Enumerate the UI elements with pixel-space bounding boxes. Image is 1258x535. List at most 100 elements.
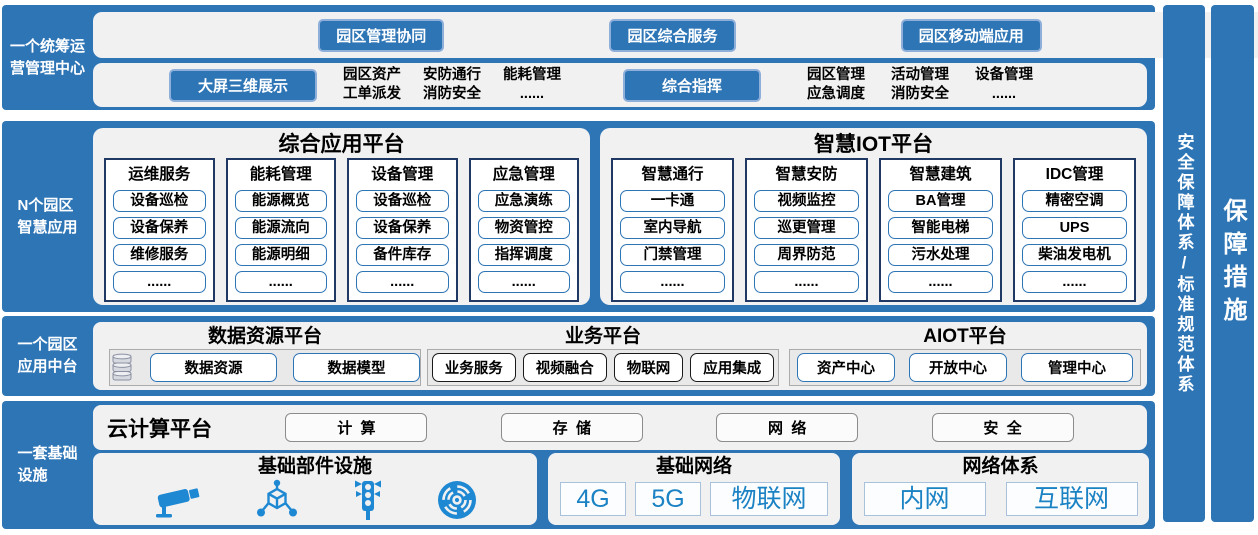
iot-column-idc: IDC管理 精密空调 UPS 柴油发电机 ...... xyxy=(1013,158,1136,302)
column-title: 运维服务 xyxy=(113,164,206,185)
middle-platform-panel: 数据资源平台 数据资源 数据模型 xyxy=(93,322,1147,390)
network-button[interactable]: 网 络 xyxy=(716,413,858,442)
band-ops-center: 一个统筹运 营管理中心 园区管理协同 园区综合服务 园区移动端应用 大屏三维展示… xyxy=(2,5,1155,110)
app-item[interactable]: ...... xyxy=(113,271,206,293)
band-smart-apps: N个园区 智慧应用 综合应用平台 运维服务 设备巡检 设备保养 维修服务 ...… xyxy=(2,121,1155,312)
iot-item[interactable]: ...... xyxy=(888,271,993,293)
app-item[interactable]: ...... xyxy=(478,271,571,293)
iot-item[interactable]: 智能电梯 xyxy=(888,217,993,239)
iot-item[interactable]: ...... xyxy=(620,271,725,293)
integrated-command-button[interactable]: 综合指挥 xyxy=(623,69,761,102)
panel-title: 基础部件设施 xyxy=(93,453,537,478)
asset-center-button[interactable]: 资产中心 xyxy=(797,353,895,382)
data-resource-button[interactable]: 数据资源 xyxy=(150,353,277,382)
smart-park-architecture-diagram: 一个统筹运 营管理中心 园区管理协同 园区综合服务 园区移动端应用 大屏三维展示… xyxy=(0,0,1258,535)
compute-button[interactable]: 计 算 xyxy=(285,413,427,442)
park-integrated-service-button[interactable]: 园区综合服务 xyxy=(609,19,735,52)
label-middle-platform: 一个园区 应用中台 xyxy=(2,316,93,396)
app-item[interactable]: 设备巡检 xyxy=(356,190,449,212)
ops-item: 园区资产 工单派发 xyxy=(343,66,401,104)
panel-title: 智慧IOT平台 xyxy=(600,128,1147,158)
management-center-button[interactable]: 管理中心 xyxy=(1021,353,1133,382)
app-item[interactable]: ...... xyxy=(235,271,328,293)
group-title: 数据资源平台 xyxy=(109,324,421,349)
big-screen-3d-button[interactable]: 大屏三维展示 xyxy=(169,69,317,102)
database-icon xyxy=(110,353,134,383)
iot-item[interactable]: 巡更管理 xyxy=(754,217,859,239)
network-item-4g[interactable]: 4G xyxy=(560,482,626,516)
column-title: 能耗管理 xyxy=(235,164,328,185)
business-service-button[interactable]: 业务服务 xyxy=(432,353,516,382)
ops-item: 安防通行 消防安全 xyxy=(423,66,481,104)
ops-top-row: 园区管理协同 园区综合服务 园区移动端应用 xyxy=(93,12,1258,58)
iot-item[interactable]: 周界防范 xyxy=(754,244,859,266)
panel-title: 综合应用平台 xyxy=(93,128,590,158)
iot-item[interactable]: 精密空调 xyxy=(1022,190,1127,212)
iot-item[interactable]: 一卡通 xyxy=(620,190,725,212)
group-data-resource-platform: 数据资源平台 数据资源 数据模型 xyxy=(109,324,421,386)
app-item[interactable]: ...... xyxy=(356,271,449,293)
network-item-intranet[interactable]: 内网 xyxy=(864,482,986,516)
app-item[interactable]: 设备保养 xyxy=(113,217,206,239)
group-business-platform: 业务平台 业务服务 视频融合 物联网 应用集成 xyxy=(427,324,779,386)
iot-item[interactable]: ...... xyxy=(754,271,859,293)
iot-item[interactable]: UPS xyxy=(1022,217,1127,239)
iot-item[interactable]: 污水处理 xyxy=(888,244,993,266)
ops-item: 活动管理 消防安全 xyxy=(891,66,949,104)
open-center-button[interactable]: 开放中心 xyxy=(909,353,1007,382)
app-item[interactable]: 维修服务 xyxy=(113,244,206,266)
column-title: 智慧建筑 xyxy=(888,164,993,185)
app-item[interactable]: 设备巡检 xyxy=(113,190,206,212)
group-title: AIOT平台 xyxy=(789,324,1141,349)
data-model-button[interactable]: 数据模型 xyxy=(293,353,420,382)
app-item[interactable]: 备件库存 xyxy=(356,244,449,266)
app-item[interactable]: 应急演练 xyxy=(478,190,571,212)
cloud-computing-panel: 云计算平台 计 算 存 储 网 络 安 全 xyxy=(93,405,1147,450)
app-item[interactable]: 物资管控 xyxy=(478,217,571,239)
ops-item: 设备管理 ...... xyxy=(975,66,1033,104)
panel-integrated-application-platform: 综合应用平台 运维服务 设备巡检 设备保养 维修服务 ...... 能耗管理 能… xyxy=(93,128,590,305)
security-button[interactable]: 安 全 xyxy=(932,413,1074,442)
ops-item: 能耗管理 ...... xyxy=(503,66,561,104)
security-standard-system-bar: 安全保障体系/标准规范体系 xyxy=(1163,5,1205,522)
guarantee-measures-bar: 保障措施 xyxy=(1211,5,1254,522)
storage-button[interactable]: 存 储 xyxy=(501,413,643,442)
label-infrastructure: 一套基础 设施 xyxy=(2,401,93,529)
iot-button[interactable]: 物联网 xyxy=(614,353,684,382)
iot-column-security: 智慧安防 视频监控 巡更管理 周界防范 ...... xyxy=(745,158,868,302)
app-item[interactable]: 设备保养 xyxy=(356,217,449,239)
iot-column-building: 智慧建筑 BA管理 智能电梯 污水处理 ...... xyxy=(879,158,1002,302)
network-item-5g[interactable]: 5G xyxy=(635,482,701,516)
app-column-emergency: 应急管理 应急演练 物资管控 指挥调度 ...... xyxy=(469,158,580,302)
app-item[interactable]: 能源流向 xyxy=(235,217,328,239)
network-item-internet[interactable]: 互联网 xyxy=(1006,482,1138,516)
iot-item[interactable]: ...... xyxy=(1022,271,1127,293)
app-item[interactable]: 指挥调度 xyxy=(478,244,571,266)
band-middle-platform: 一个园区 应用中台 数据资源平台 数据资源 xyxy=(2,316,1155,396)
iot-item[interactable]: 视频监控 xyxy=(754,190,859,212)
label-ops-center: 一个统筹运 营管理中心 xyxy=(2,5,93,110)
app-item[interactable]: 能源明细 xyxy=(235,244,328,266)
group-aiot-platform: AIOT平台 资产中心 开放中心 管理中心 xyxy=(789,324,1141,386)
video-fusion-button[interactable]: 视频融合 xyxy=(523,353,607,382)
basic-network-panel: 基础网络 4G 5G 物联网 xyxy=(548,453,840,525)
iot-item[interactable]: 柴油发电机 xyxy=(1022,244,1127,266)
app-column-energy: 能耗管理 能源概览 能源流向 能源明细 ...... xyxy=(226,158,337,302)
iot-item[interactable]: 室内导航 xyxy=(620,217,725,239)
column-title: 智慧通行 xyxy=(620,164,725,185)
park-mobile-app-button[interactable]: 园区移动端应用 xyxy=(901,19,1042,52)
app-integration-button[interactable]: 应用集成 xyxy=(690,353,774,382)
iot-item[interactable]: BA管理 xyxy=(888,190,993,212)
app-item[interactable]: 能源概览 xyxy=(235,190,328,212)
ops-bottom-row: 大屏三维展示 园区资产 工单派发 安防通行 消防安全 能耗管理 ...... 综… xyxy=(93,63,1147,107)
group-title: 业务平台 xyxy=(427,324,779,349)
app-column-device: 设备管理 设备巡检 设备保养 备件库存 ...... xyxy=(347,158,458,302)
basic-components-panel: 基础部件设施 xyxy=(93,453,537,525)
iot-item[interactable]: 门禁管理 xyxy=(620,244,725,266)
panel-title: 网络体系 xyxy=(852,453,1149,478)
label-smart-apps: N个园区 智慧应用 xyxy=(2,121,93,312)
panel-title: 基础网络 xyxy=(548,453,840,478)
band-infrastructure: 一套基础 设施 云计算平台 计 算 存 储 网 络 安 全 基础部件设施 xyxy=(2,401,1155,529)
network-item-iot[interactable]: 物联网 xyxy=(710,482,828,516)
park-management-collab-button[interactable]: 园区管理协同 xyxy=(318,19,444,52)
